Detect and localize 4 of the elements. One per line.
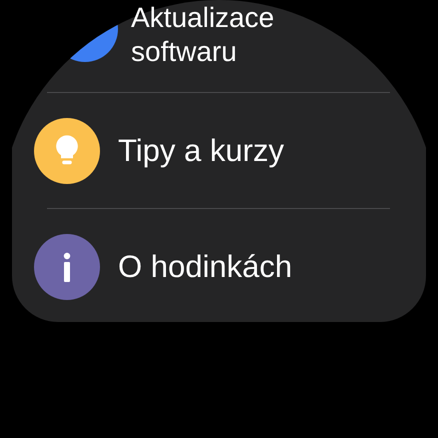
menu-item[interactable]: Tipy a kurzy (118, 132, 284, 170)
menu-item[interactable]: O hodinkách (118, 248, 292, 286)
menu-item[interactable]: Aktualizace softwaru (131, 1, 311, 69)
info-icon (62, 252, 72, 282)
